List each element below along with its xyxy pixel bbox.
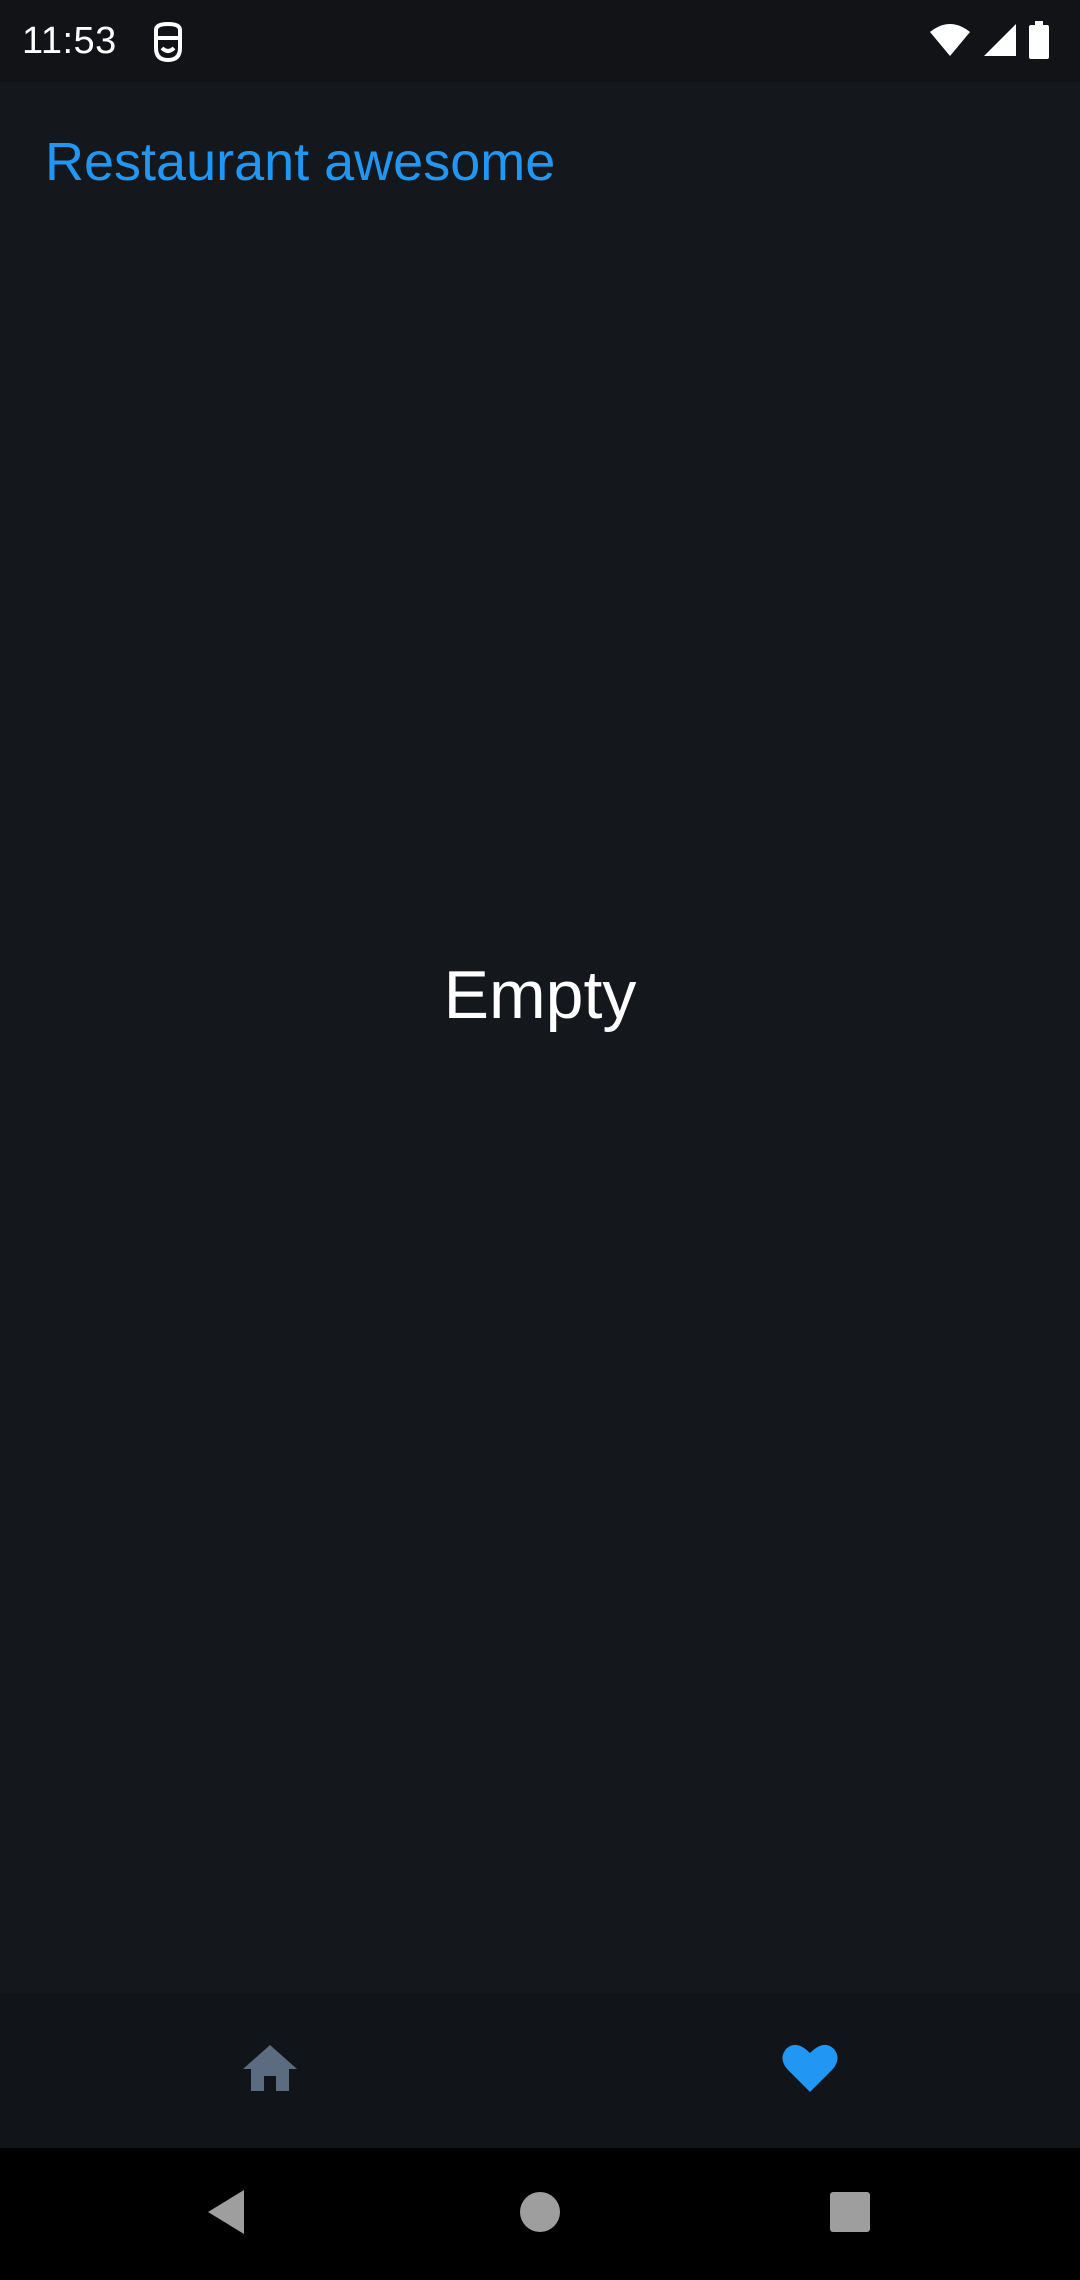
system-navigation-bar (0, 2148, 1080, 2280)
app-title: Restaurant awesome (45, 132, 556, 192)
app-notification-icon (150, 21, 186, 63)
cell-signal-icon (982, 22, 1018, 63)
bottom-navigation (0, 1993, 1080, 2148)
status-time: 11:53 (22, 20, 117, 62)
app-bar: Restaurant awesome (0, 82, 1080, 242)
system-recents-button[interactable] (784, 2148, 916, 2280)
battery-icon (1028, 20, 1050, 64)
system-home-button[interactable] (474, 2148, 606, 2280)
screen: 11:53 Restaurant awesome Empty (0, 0, 1080, 2280)
back-triangle-icon (204, 2188, 248, 2241)
home-icon (241, 2043, 299, 2098)
home-circle-icon (519, 2191, 561, 2238)
status-icons (928, 20, 1050, 64)
status-bar: 11:53 (0, 0, 1080, 82)
empty-state-message: Empty (443, 957, 637, 1033)
recents-square-icon (829, 2191, 871, 2238)
wifi-icon (928, 22, 972, 63)
heart-icon (781, 2042, 839, 2099)
system-back-button[interactable] (160, 2148, 292, 2280)
nav-item-favorites[interactable] (540, 1993, 1080, 2148)
nav-item-home[interactable] (0, 1993, 540, 2148)
